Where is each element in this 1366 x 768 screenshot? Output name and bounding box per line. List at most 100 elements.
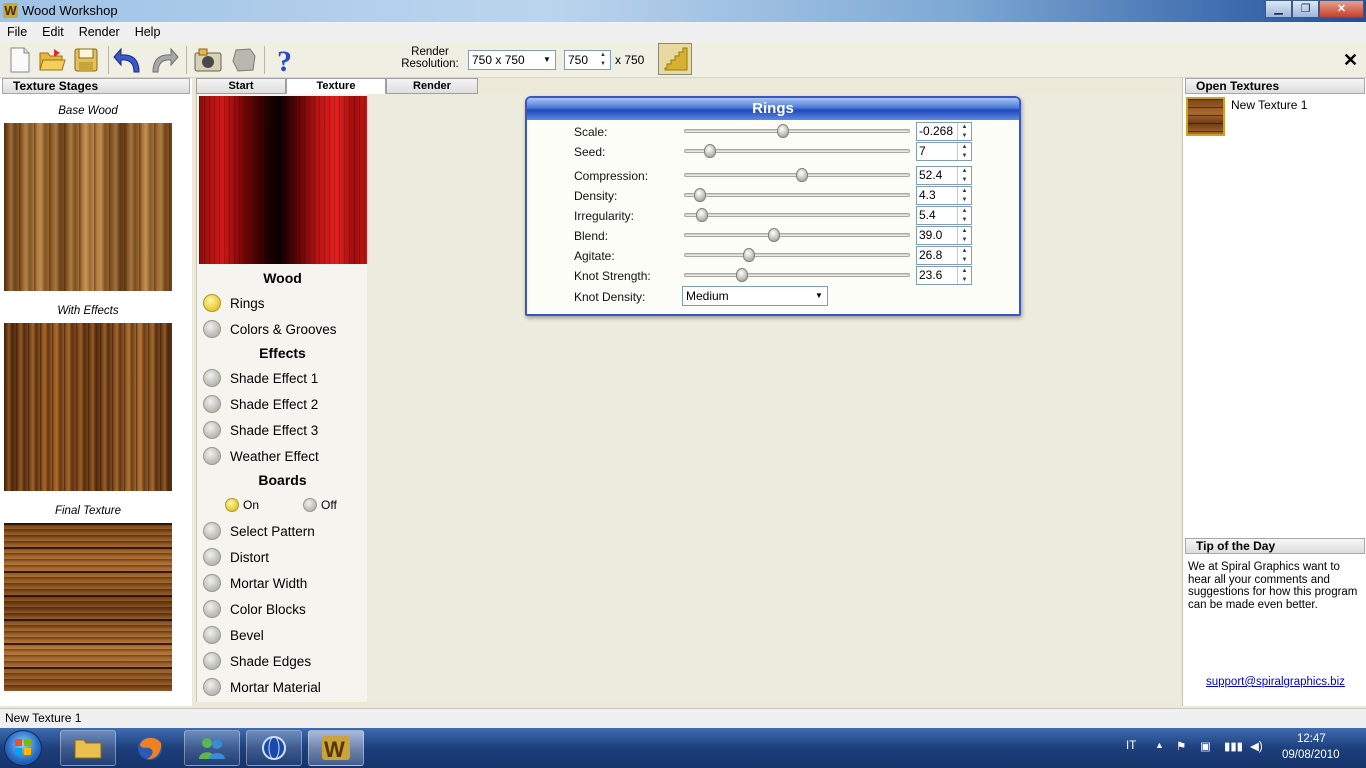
- shape-icon[interactable]: [228, 44, 260, 76]
- stage-weather-effect[interactable]: Weather Effect: [203, 446, 319, 466]
- radio-icon: [203, 548, 221, 566]
- stage-bevel[interactable]: Bevel: [203, 625, 264, 645]
- taskbar-explorer[interactable]: [60, 730, 116, 766]
- param-slider[interactable]: [684, 144, 910, 158]
- param-value-stepper[interactable]: 4.3 ▲ ▼: [916, 186, 972, 205]
- language-indicator[interactable]: IT: [1126, 740, 1136, 752]
- boards-off-radio[interactable]: Off: [303, 495, 337, 515]
- slider-thumb[interactable]: [743, 248, 755, 262]
- render-button[interactable]: [658, 43, 692, 75]
- menu-file[interactable]: File: [0, 25, 35, 39]
- with-effects-image[interactable]: [4, 323, 172, 491]
- param-slider[interactable]: [684, 124, 910, 138]
- taskbar-wood-workshop[interactable]: W: [308, 730, 364, 766]
- show-hidden-icons-icon[interactable]: ▲: [1155, 740, 1164, 750]
- import-icon[interactable]: [192, 44, 224, 76]
- menu-edit[interactable]: Edit: [35, 25, 72, 39]
- slider-thumb[interactable]: [704, 144, 716, 158]
- help-icon[interactable]: ?: [270, 44, 302, 76]
- param-slider[interactable]: [684, 208, 910, 222]
- spin-arrows-icon[interactable]: ▲ ▼: [957, 247, 971, 264]
- param-slider[interactable]: [684, 268, 910, 282]
- radio-icon: [203, 652, 221, 670]
- spin-arrows-icon[interactable]: ▲ ▼: [957, 143, 971, 160]
- taskbar-browser[interactable]: [246, 730, 302, 766]
- menu-render[interactable]: Render: [72, 25, 128, 39]
- knot-density-select[interactable]: Medium ▼: [682, 286, 828, 306]
- slider-thumb[interactable]: [768, 228, 780, 242]
- param-slider[interactable]: [684, 248, 910, 262]
- open-icon[interactable]: [36, 44, 68, 76]
- tab-render[interactable]: Render: [386, 78, 478, 94]
- stage-colors-grooves[interactable]: Colors & Grooves: [203, 319, 337, 339]
- clock-date[interactable]: 09/08/2010: [1282, 749, 1340, 761]
- param-label: Density:: [574, 189, 618, 203]
- final-texture-image[interactable]: [4, 523, 172, 691]
- slider-thumb[interactable]: [694, 188, 706, 202]
- save-icon[interactable]: [70, 44, 102, 76]
- close-texture-icon[interactable]: ✕: [1343, 50, 1358, 71]
- spin-arrows-icon[interactable]: ▲ ▼: [596, 51, 610, 69]
- stage-shade-effect-3[interactable]: Shade Effect 3: [203, 420, 318, 440]
- spin-arrows-icon[interactable]: ▲ ▼: [957, 267, 971, 284]
- tab-start[interactable]: Start: [196, 78, 286, 94]
- param-slider[interactable]: [684, 228, 910, 242]
- param-value-stepper[interactable]: 5.4 ▲ ▼: [916, 206, 972, 225]
- clock-time[interactable]: 12:47: [1297, 733, 1326, 745]
- open-texture-thumbnail[interactable]: [1186, 97, 1225, 136]
- flag-icon[interactable]: ⚑: [1176, 739, 1186, 753]
- taskbar-firefox[interactable]: [122, 730, 178, 766]
- menu-help[interactable]: Help: [128, 25, 169, 39]
- stage-distort[interactable]: Distort: [203, 547, 269, 567]
- support-email-link[interactable]: support@spiralgraphics.biz: [1206, 676, 1345, 688]
- param-value-stepper[interactable]: 23.6 ▲ ▼: [916, 266, 972, 285]
- spin-arrows-icon[interactable]: ▲ ▼: [957, 187, 971, 204]
- stage-shade-effect-1[interactable]: Shade Effect 1: [203, 368, 318, 388]
- minimize-icon[interactable]: ▁: [1265, 0, 1292, 18]
- param-slider[interactable]: [684, 188, 910, 202]
- maximize-icon[interactable]: ❐: [1292, 0, 1319, 18]
- spin-arrows-icon[interactable]: ▲ ▼: [957, 207, 971, 224]
- close-window-icon[interactable]: ✕: [1319, 0, 1364, 18]
- param-label: Knot Strength:: [574, 269, 651, 283]
- network-icon[interactable]: ▮▮▮: [1224, 739, 1243, 753]
- staircase-render-icon: [664, 47, 688, 71]
- redo-icon[interactable]: [148, 44, 180, 76]
- boards-section-title: Boards: [258, 472, 307, 488]
- base-wood-image[interactable]: [4, 123, 172, 291]
- stage-select-pattern[interactable]: Select Pattern: [203, 521, 315, 541]
- stage-mortar-width[interactable]: Mortar Width: [203, 573, 307, 593]
- slider-thumb[interactable]: [796, 168, 808, 182]
- stage-rings[interactable]: Rings: [203, 293, 265, 313]
- param-value-stepper[interactable]: 7 ▲ ▼: [916, 142, 972, 161]
- param-slider[interactable]: [684, 168, 910, 182]
- slider-thumb[interactable]: [736, 268, 748, 282]
- volume-icon[interactable]: ◀): [1250, 739, 1263, 753]
- undo-icon[interactable]: [112, 44, 144, 76]
- param-value-stepper[interactable]: 39.0 ▲ ▼: [916, 226, 972, 245]
- effects-section-title: Effects: [259, 345, 306, 361]
- boards-on-radio[interactable]: On: [225, 495, 259, 515]
- stage-mortar-material[interactable]: Mortar Material: [203, 677, 321, 697]
- param-value-stepper[interactable]: -0.268 ▲ ▼: [916, 122, 972, 141]
- param-value-stepper[interactable]: 52.4 ▲ ▼: [916, 166, 972, 185]
- param-value-stepper[interactable]: 26.8 ▲ ▼: [916, 246, 972, 265]
- new-icon[interactable]: [4, 44, 36, 76]
- stage-shade-edges[interactable]: Shade Edges: [203, 651, 311, 671]
- device-icon[interactable]: ▣: [1200, 739, 1211, 753]
- spin-arrows-icon[interactable]: ▲ ▼: [957, 123, 971, 140]
- stage-shade-effect-2[interactable]: Shade Effect 2: [203, 394, 318, 414]
- spin-arrows-icon[interactable]: ▲ ▼: [957, 167, 971, 184]
- boards-on-label: On: [243, 498, 260, 512]
- tab-texture[interactable]: Texture: [286, 78, 386, 95]
- taskbar-messenger[interactable]: [184, 730, 240, 766]
- slider-thumb[interactable]: [696, 208, 708, 222]
- slider-thumb[interactable]: [777, 124, 789, 138]
- resolution-select[interactable]: 750 x 750 ▼: [468, 50, 556, 70]
- stage-color-blocks[interactable]: Color Blocks: [203, 599, 306, 619]
- spin-arrows-icon[interactable]: ▲ ▼: [957, 227, 971, 244]
- stage-list-panel: Wood Rings Colors & Grooves Effects Shad…: [196, 94, 367, 702]
- width-stepper[interactable]: 750 ▲ ▼: [564, 50, 611, 70]
- open-texture-name[interactable]: New Texture 1: [1231, 98, 1307, 112]
- start-button[interactable]: [4, 730, 42, 766]
